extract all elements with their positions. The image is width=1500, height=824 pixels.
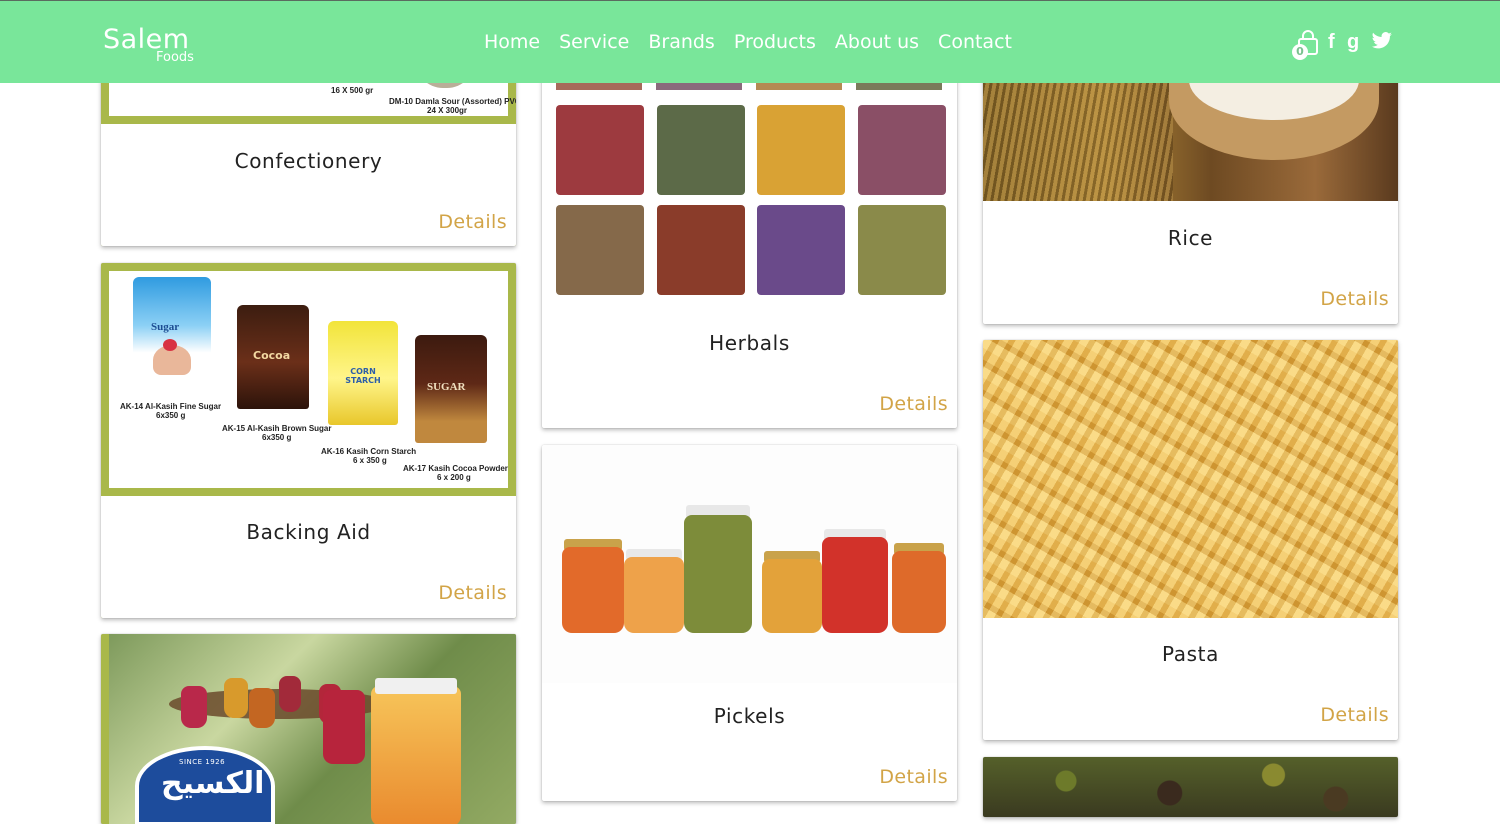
logo-sub-text: Foods — [156, 50, 194, 65]
product-pack-cocoa-powder: 6 x 200 g — [437, 473, 471, 482]
jam-jar — [323, 690, 365, 764]
pickle-jar — [892, 551, 946, 633]
herb-tile — [657, 205, 745, 295]
apricot-jam-jar — [371, 686, 461, 824]
herb-tile — [858, 105, 946, 195]
shopping-bag-button[interactable]: 0 — [1292, 30, 1319, 60]
nav-brands[interactable]: Brands — [648, 30, 715, 54]
product-label-cocoa-powder: AK-17 Kasih Cocoa Powder — [403, 464, 508, 473]
herb-tile — [556, 105, 644, 195]
product-pack-corn-starch: 6 x 350 g — [353, 456, 387, 465]
details-link[interactable]: Details — [1320, 287, 1389, 311]
jam-jar — [181, 686, 207, 728]
brown-sugar-pouch: SUGAR — [415, 335, 487, 443]
card-title: Herbals — [709, 331, 790, 355]
card-title: Pickels — [713, 704, 786, 728]
pickle-jar — [762, 559, 822, 633]
herb-tile — [858, 205, 946, 295]
herb-tile — [657, 105, 745, 195]
nav-about-us[interactable]: About us — [835, 30, 919, 54]
cart-count-badge: 0 — [1292, 44, 1308, 60]
confectionery-label-pack: 16 X 500 gr — [331, 86, 374, 95]
pack-text: Sugar — [151, 321, 180, 333]
product-card-pickels[interactable]: Pickels Details — [542, 445, 957, 801]
product-card-herbals[interactable]: Herbals Details — [542, 40, 957, 428]
pickels-image — [542, 445, 957, 683]
details-link[interactable]: Details — [879, 392, 948, 416]
jam-image: SINCE 1926 الكسيح — [109, 634, 516, 824]
pack-text: CORN STARCH — [345, 367, 381, 385]
olives-image — [983, 757, 1398, 817]
jam-jar — [279, 676, 301, 712]
product-card-olives[interactable] — [983, 757, 1398, 817]
pickle-jar — [684, 515, 752, 633]
cocoa-pouch: Cocoa — [237, 305, 309, 409]
pack-text: Cocoa — [253, 349, 291, 362]
jar-lid — [375, 678, 457, 694]
google-plus-icon[interactable]: g — [1347, 31, 1359, 53]
product-card-backing-aid[interactable]: Sugar Cocoa CORN STARCH SUGAR AK-14 Al-K… — [101, 263, 516, 618]
confectionery-label-damla-pack: 24 X 300gr — [427, 106, 468, 115]
nav-products[interactable]: Products — [734, 30, 816, 54]
product-card-pasta[interactable]: Pasta Details — [983, 340, 1398, 740]
nav-home[interactable]: Home — [484, 30, 540, 54]
main-nav: Home Service Brands Products About us Co… — [484, 30, 1012, 54]
twitter-icon[interactable] — [1371, 32, 1393, 50]
salem-foods-logo[interactable]: Salem Foods — [103, 25, 194, 65]
pickle-jar — [822, 537, 888, 633]
corn-starch-pouch: CORN STARCH — [328, 321, 398, 425]
backing-aid-image: Sugar Cocoa CORN STARCH SUGAR AK-14 Al-K… — [109, 271, 508, 488]
brand-arabic-text: الكسيح — [161, 766, 265, 801]
nav-service[interactable]: Service — [559, 30, 629, 54]
site-header: Salem Foods Home Service Brands Products… — [0, 0, 1500, 83]
jam-jar — [249, 688, 275, 728]
pickle-jar — [624, 557, 684, 633]
card-title: Confectionery — [234, 149, 383, 173]
jam-jar — [224, 678, 248, 718]
brand-since-text: SINCE 1926 — [179, 758, 226, 766]
product-pack-brown-sugar: 6x350 g — [262, 433, 292, 442]
fine-sugar-pouch: Sugar — [133, 277, 211, 385]
card-title: Backing Aid — [246, 520, 371, 544]
herb-tile — [757, 205, 845, 295]
details-link[interactable]: Details — [879, 765, 948, 789]
product-card-jam[interactable]: SINCE 1926 الكسيح — [101, 634, 516, 824]
card-title: Rice — [1167, 226, 1214, 250]
herb-tile — [757, 105, 845, 195]
pack-text: SUGAR — [427, 381, 466, 393]
product-pack-fine-sugar: 6x350 g — [156, 411, 186, 420]
product-label-brown-sugar: AK-15 Al-Kasih Brown Sugar — [222, 424, 332, 433]
card-title: Pasta — [1162, 642, 1219, 666]
details-link[interactable]: Details — [438, 210, 507, 234]
product-label-corn-starch: AK-16 Kasih Corn Starch — [321, 447, 417, 456]
product-label-fine-sugar: AK-14 Al-Kasih Fine Sugar — [120, 402, 222, 411]
details-link[interactable]: Details — [438, 581, 507, 605]
pickle-jar — [562, 547, 624, 633]
details-link[interactable]: Details — [1320, 703, 1389, 727]
confectionery-label-damla: DM-10 Damla Sour (Assorted) PVC — [389, 97, 516, 106]
nav-contact[interactable]: Contact — [938, 30, 1012, 54]
herb-tile — [556, 205, 644, 295]
pasta-image — [983, 340, 1398, 618]
facebook-icon[interactable]: f — [1328, 31, 1335, 53]
